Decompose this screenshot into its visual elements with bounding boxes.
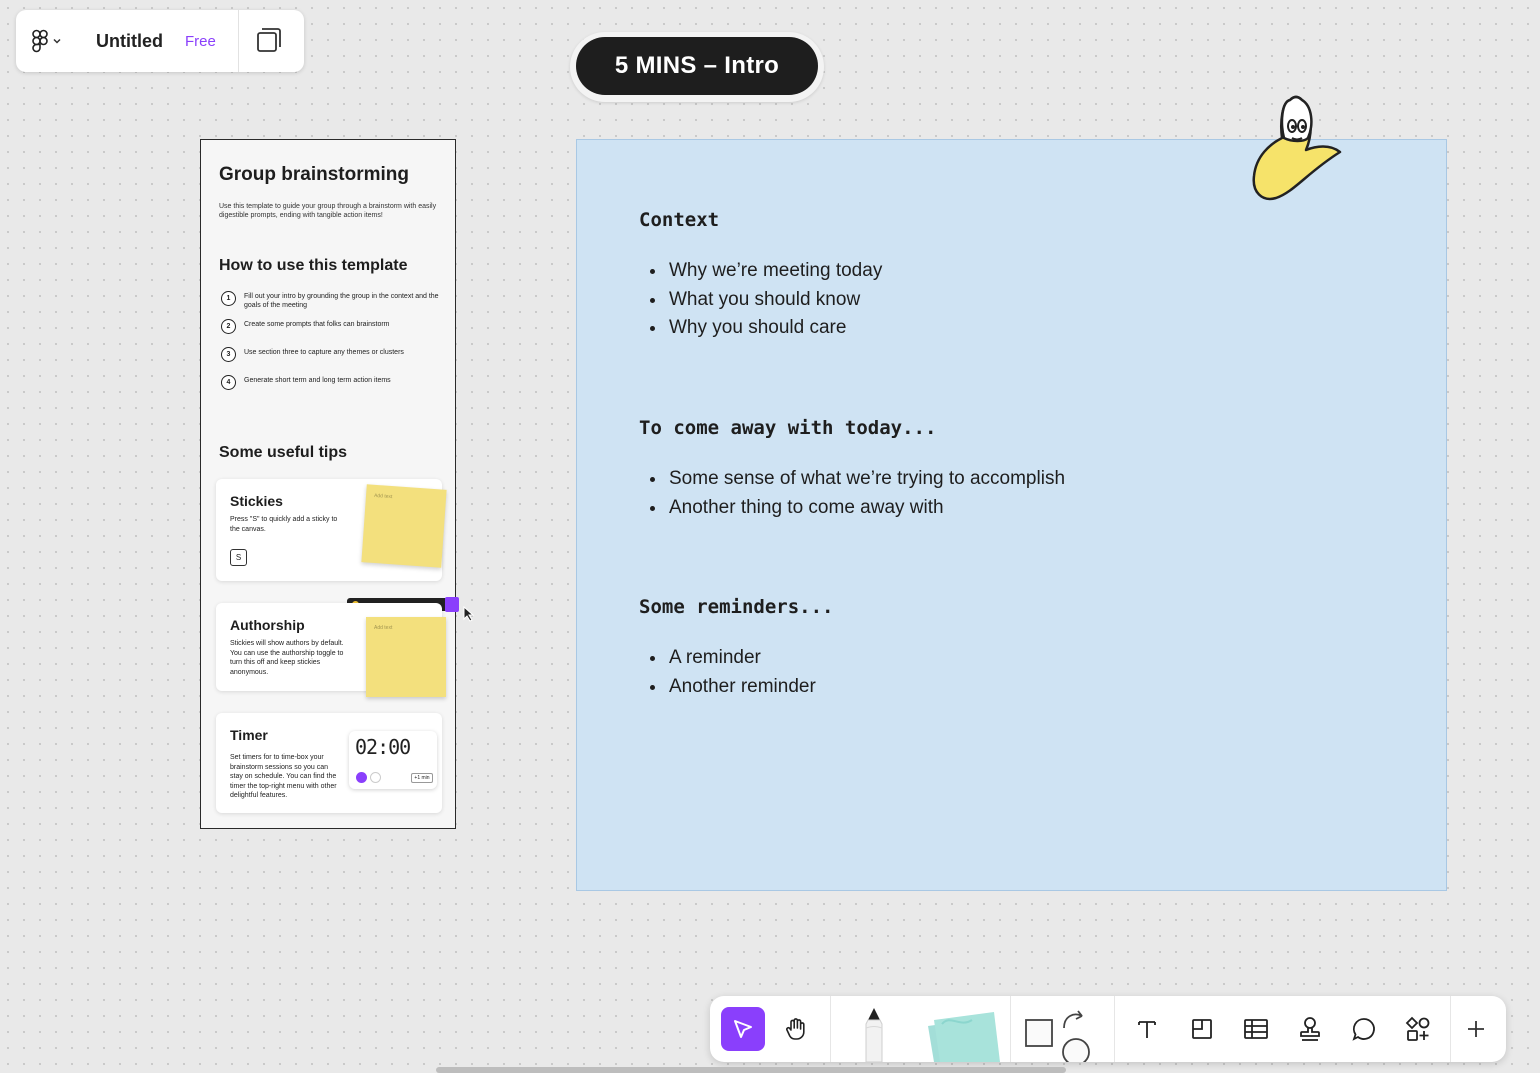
step-text: Fill out your intro by grounding the gro… [244, 293, 439, 309]
tip-card-timer[interactable]: Timer Set timers for to time-box your br… [216, 713, 442, 813]
toolbar-divider [1450, 996, 1451, 1062]
step-item: 1 Fill out your intro by grounding the g… [221, 291, 441, 310]
file-title[interactable]: Untitled [96, 31, 163, 52]
stamp-tool-button[interactable] [1288, 1007, 1332, 1051]
bottom-toolbar [710, 996, 1506, 1062]
step-number: 4 [221, 375, 236, 390]
template-panel[interactable]: Group brainstorming Use this template to… [200, 139, 475, 829]
bullet-list: Some sense of what we’re trying to accom… [639, 465, 1065, 522]
figma-logo-icon [32, 29, 48, 53]
bullet-list: A reminder Another reminder [639, 644, 816, 701]
step-number: 1 [221, 291, 236, 306]
authorship-toggle [445, 597, 459, 612]
plus-icon [1468, 1021, 1484, 1037]
key-shortcut: S [230, 549, 247, 566]
step-text: Create some prompts that folks can brain… [244, 321, 390, 328]
main-menu-button[interactable] [16, 10, 76, 72]
more-tools-button[interactable] [1458, 1011, 1494, 1047]
section-tool-button[interactable] [1180, 1007, 1224, 1051]
widgets-tool-button[interactable] [1396, 1007, 1440, 1051]
tip-text: Set timers for to time-box your brainsto… [230, 754, 337, 799]
template-title: Group brainstorming [219, 164, 409, 185]
tip-card-authorship[interactable]: Authorship Stickies will show authors by… [216, 603, 446, 697]
text-tool-button[interactable] [1125, 1007, 1169, 1051]
section-heading: Context [639, 209, 720, 231]
template-description: Use this template to guide your group th… [219, 203, 437, 219]
banana-sticker[interactable] [1246, 92, 1346, 204]
bullet-list: Why we’re meeting today What you should … [639, 257, 882, 343]
hand-icon [786, 1018, 805, 1040]
list-item: A reminder [667, 644, 816, 673]
step-text: Use section three to capture any themes … [244, 349, 404, 356]
tip-title: Authorship [230, 617, 305, 633]
marker-icon [865, 1008, 883, 1062]
toolbar-divider [830, 996, 831, 1062]
list-item: Another reminder [667, 673, 816, 702]
section-label: 5 MINS – Intro [576, 37, 818, 95]
comment-tool-button[interactable] [1342, 1007, 1386, 1051]
pages-icon [257, 28, 281, 52]
tip-text: Press "S" to quickly add a sticky to the… [230, 516, 338, 533]
tip-text: Stickies will show authors by default. Y… [230, 640, 344, 676]
list-item: Another thing to come away with [667, 494, 1065, 523]
tips-heading: Some useful tips [219, 444, 348, 461]
widgets-icon [1405, 1016, 1430, 1041]
step-item: 4 Generate short term and long term acti… [221, 375, 441, 390]
list-item: Why you should care [667, 314, 882, 343]
file-menu-bar: Untitled Free [16, 10, 304, 72]
shape-tool-button[interactable] [1020, 1006, 1100, 1062]
section-icon [1192, 1019, 1212, 1039]
horizontal-scrollbar[interactable] [436, 1067, 1066, 1073]
step-item: 3 Use section three to capture any theme… [221, 347, 441, 362]
timer-clock: 02:00 [355, 735, 411, 759]
table-icon [1244, 1019, 1268, 1039]
tip-card-stickies[interactable]: Stickies Press "S" to quickly add a stic… [216, 479, 447, 581]
plan-badge[interactable]: Free [185, 33, 216, 50]
add-time-button: +1 min [411, 773, 433, 783]
reset-icon [370, 772, 381, 783]
toolbar-divider [1010, 996, 1011, 1062]
play-icon [356, 772, 367, 783]
sticky-tool-button[interactable] [920, 1008, 1000, 1062]
tip-title: Stickies [230, 493, 283, 509]
list-item: What you should know [667, 286, 882, 315]
toolbar-divider [1114, 996, 1115, 1062]
pages-button[interactable] [256, 27, 282, 58]
timer-widget-preview: 02:00 +1 min [349, 731, 437, 789]
sticky-note-preview: Add text [366, 617, 446, 697]
list-item: Why we’re meeting today [667, 257, 882, 286]
how-to-heading: How to use this template [219, 257, 408, 274]
step-text: Generate short term and long term action… [244, 377, 391, 384]
hand-tool-button[interactable] [774, 1007, 818, 1051]
cursor-arrow-icon [734, 1020, 752, 1038]
section-label-pill[interactable]: 5 MINS – Intro [570, 32, 824, 102]
step-number: 3 [221, 347, 236, 362]
divider [238, 10, 239, 72]
intro-frame[interactable]: Context Why we’re meeting today What you… [576, 139, 1447, 891]
step-item: 2 Create some prompts that folks can bra… [221, 319, 441, 334]
text-icon [1138, 1021, 1156, 1038]
cursor-icon [463, 606, 475, 622]
list-item: Some sense of what we’re trying to accom… [667, 465, 1065, 494]
sticky-note-preview: Add text [361, 484, 447, 568]
chevron-down-icon [53, 38, 61, 44]
move-tool-button[interactable] [721, 1007, 765, 1051]
shapes-icon [1025, 1010, 1090, 1062]
marker-tool-button[interactable] [850, 1006, 898, 1062]
stamp-icon [1300, 1017, 1320, 1041]
step-number: 2 [221, 319, 236, 334]
comment-icon [1352, 1018, 1375, 1041]
tip-title: Timer [230, 727, 268, 743]
section-heading: To come away with today... [639, 417, 937, 439]
section-heading: Some reminders... [639, 596, 834, 618]
sticky-stack-icon [928, 1012, 1000, 1062]
table-tool-button[interactable] [1234, 1007, 1278, 1051]
